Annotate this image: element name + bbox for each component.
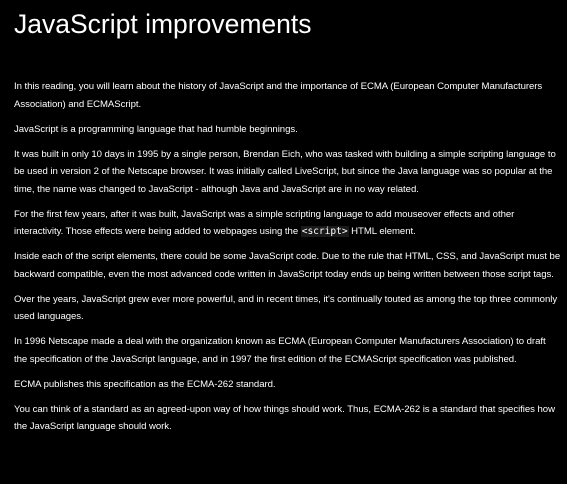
paragraph-early-years-text-start: For the first few years, after it was bu…: [14, 208, 515, 238]
paragraph-growth: Over the years, JavaScript grew ever mor…: [14, 293, 558, 323]
paragraph-backward-compatibility: Inside each of the script elements, ther…: [14, 251, 561, 280]
page-title: JavaScript improvements: [14, 9, 312, 39]
script-tag-code: <script>: [300, 226, 349, 237]
paragraph-ecma-262: ECMA publishes this specification as the…: [14, 378, 276, 390]
paragraph-history: It was built in only 10 days in 1995 by …: [14, 148, 556, 195]
paragraph-humble-beginnings: JavaScript is a programming language tha…: [14, 123, 298, 135]
paragraph-early-years-text-end: HTML element.: [348, 226, 416, 237]
reading-page: JavaScript improvements In this reading,…: [0, 0, 567, 484]
paragraph-ecma-deal: In 1996 Netscape made a deal with the or…: [14, 336, 546, 365]
paragraph-early-years: For the first few years, after it was bu…: [14, 206, 561, 241]
paragraph-standard-definition: You can think of a standard as an agreed…: [14, 403, 555, 433]
paragraph-intro: In this reading, you will learn about th…: [14, 81, 543, 110]
